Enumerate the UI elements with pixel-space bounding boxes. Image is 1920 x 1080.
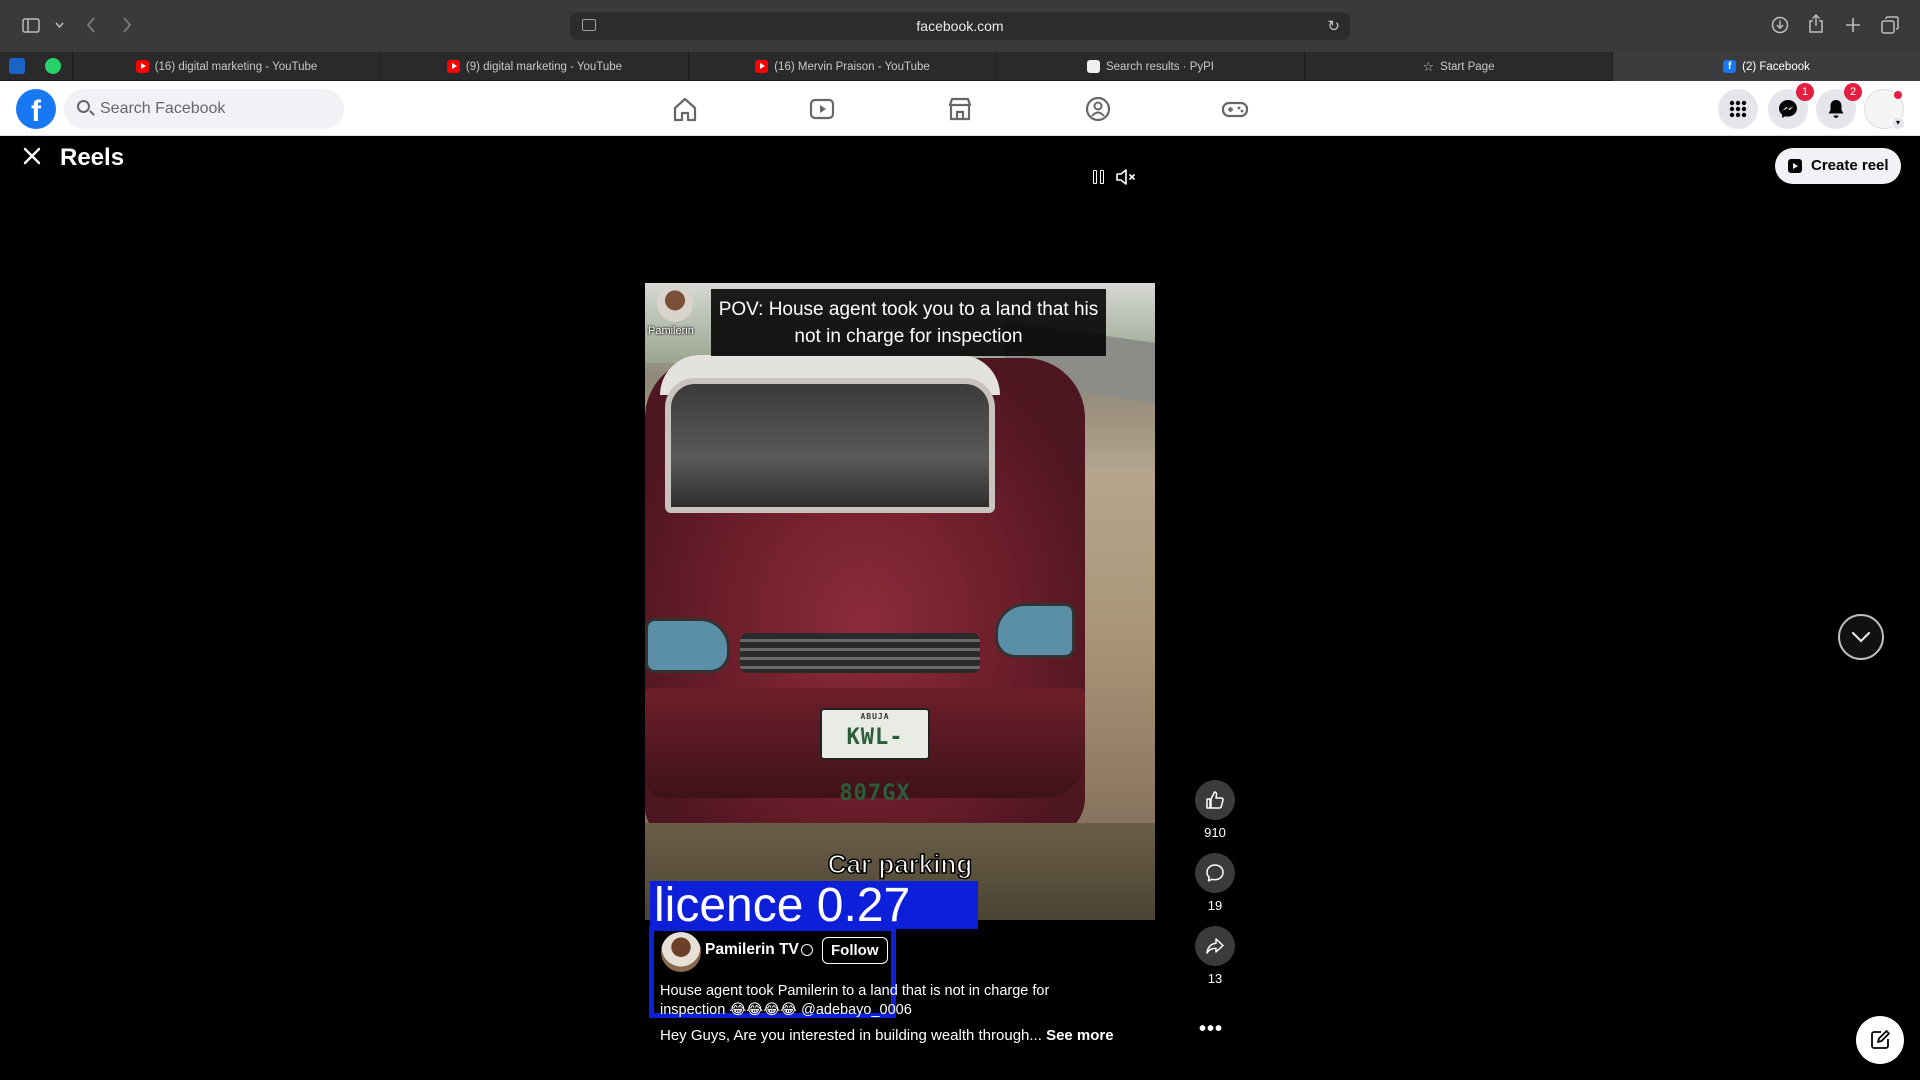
youtube-icon: [755, 60, 769, 73]
see-more-link[interactable]: See more: [1046, 1027, 1114, 1044]
more-options-button[interactable]: •••: [1199, 1018, 1223, 1041]
new-message-button[interactable]: [1856, 1016, 1904, 1064]
author-name[interactable]: Pamilerin TV: [705, 941, 799, 959]
bell-icon: [1828, 100, 1844, 118]
channel-watermark: Pamilerin: [648, 325, 694, 337]
profile-avatar-button[interactable]: ▾: [1864, 89, 1905, 130]
author-avatar[interactable]: [661, 932, 701, 972]
muted-speaker-icon[interactable]: [1115, 168, 1137, 186]
comment-button[interactable]: [1195, 853, 1235, 893]
reel-description: Hey Guys, Are you interested in building…: [660, 1027, 1114, 1044]
channel-watermark-avatar: [657, 286, 693, 322]
description-text: Hey Guys, Are you interested in building…: [660, 1027, 1042, 1044]
tab-bar: (16) digital marketing - YouTube (9) dig…: [0, 52, 1920, 81]
tab-label: (16) Mervin Praison - YouTube: [774, 60, 930, 73]
browser-toolbar: facebook.com ↻: [0, 0, 1920, 52]
facebook-logo-icon[interactable]: f: [16, 89, 56, 129]
notifications-badge: 2: [1844, 83, 1862, 101]
tab-facebook[interactable]: f (2) Facebook: [1612, 52, 1920, 81]
downloads-icon[interactable]: [1771, 16, 1789, 34]
tab-label: (2) Facebook: [1742, 60, 1810, 73]
tab-label: (9) digital marketing - YouTube: [465, 60, 623, 73]
create-reel-icon: [1788, 159, 1802, 173]
address-bar[interactable]: facebook.com ↻: [570, 12, 1350, 40]
groups-icon[interactable]: [1082, 93, 1114, 125]
globe-icon: [801, 944, 813, 956]
tab-label: Search results · PyPI: [1105, 60, 1214, 73]
plate-number: KWL-807GX: [839, 725, 911, 806]
messenger-badge: 1: [1796, 83, 1814, 101]
pinned-tab-whatsapp-icon[interactable]: [45, 58, 61, 74]
home-icon[interactable]: [669, 93, 701, 125]
video-headlight-right: [995, 603, 1075, 658]
comment-count: 19: [1207, 898, 1223, 913]
create-reel-label: Create reel: [1811, 157, 1889, 174]
tab-youtube-mervin-praison[interactable]: (16) Mervin Praison - YouTube: [688, 52, 996, 81]
license-plate: ABUJA KWL-807GX: [820, 708, 930, 806]
gaming-icon[interactable]: [1219, 93, 1251, 125]
chevron-down-icon: ▾: [1891, 116, 1905, 130]
star-icon: ☆: [1422, 58, 1435, 74]
tab-overview-icon[interactable]: [1881, 16, 1899, 34]
marketplace-icon[interactable]: [944, 93, 976, 125]
search-box[interactable]: [64, 89, 344, 129]
youtube-icon: [446, 60, 460, 73]
back-arrow-icon[interactable]: [86, 17, 96, 33]
plate-state: ABUJA: [860, 712, 890, 721]
notifications-button[interactable]: 2: [1816, 83, 1862, 129]
tab-label: Start Page: [1440, 60, 1495, 73]
like-button[interactable]: [1195, 780, 1235, 820]
share-icon[interactable]: [1808, 14, 1824, 34]
tab-pypi-search[interactable]: Search results · PyPI: [996, 52, 1304, 81]
tab-youtube-digital-marketing-16[interactable]: (16) digital marketing - YouTube: [72, 52, 380, 81]
pause-icon[interactable]: [1093, 170, 1107, 184]
follow-button[interactable]: Follow: [822, 937, 888, 964]
share-count: 13: [1207, 971, 1223, 986]
sidebar-toggle-icon[interactable]: [22, 18, 40, 33]
search-icon: [77, 100, 90, 113]
video-overlay-title: POV: House agent took you to a land that…: [711, 289, 1106, 356]
new-tab-icon[interactable]: [1845, 17, 1861, 33]
detection-label: licence 0.27: [650, 881, 978, 929]
like-count: 910: [1204, 825, 1226, 840]
pypi-icon: [1086, 60, 1100, 73]
youtube-icon: [135, 60, 149, 73]
comment-icon: [1206, 864, 1224, 882]
tab-label: (16) digital marketing - YouTube: [154, 60, 318, 73]
chevron-down-icon[interactable]: [55, 22, 64, 28]
reel-caption: House agent took Pamilerin to a land tha…: [660, 983, 1050, 1018]
tab-start-page[interactable]: ☆ Start Page: [1304, 52, 1612, 81]
facebook-icon: f: [1723, 60, 1737, 73]
close-icon[interactable]: [22, 146, 42, 166]
chevron-down-icon: [1851, 631, 1871, 643]
reload-icon[interactable]: ↻: [1327, 17, 1340, 35]
next-reel-button[interactable]: [1838, 614, 1884, 660]
video-car-windshield: [665, 378, 995, 513]
compose-icon: [1871, 1030, 1890, 1049]
profile-notification-dot: [1894, 91, 1902, 99]
menu-button[interactable]: [1718, 89, 1758, 129]
video-icon[interactable]: [806, 93, 838, 125]
share-button[interactable]: [1195, 926, 1235, 966]
facebook-header: f 1 2 ▾: [0, 81, 1920, 136]
thumbs-up-icon: [1206, 791, 1224, 809]
pinned-tab-outlook-icon[interactable]: [9, 58, 25, 74]
menu-grid-icon: [1729, 100, 1747, 118]
forward-arrow-icon[interactable]: [122, 17, 132, 33]
messenger-button[interactable]: 1: [1768, 83, 1814, 129]
create-reel-button[interactable]: Create reel: [1775, 148, 1901, 184]
url-text: facebook.com: [916, 18, 1004, 34]
messenger-icon: [1779, 100, 1797, 118]
share-arrow-icon: [1206, 938, 1224, 954]
tab-youtube-digital-marketing-9[interactable]: (9) digital marketing - YouTube: [380, 52, 688, 81]
reel-video[interactable]: ABUJA KWL-807GX Pamilerin POV: House age…: [645, 283, 1155, 920]
video-grille: [740, 633, 980, 673]
search-input[interactable]: [100, 89, 330, 129]
video-overlay-caption: Car parking: [827, 848, 973, 880]
video-headlight-left: [645, 618, 730, 673]
page-title: Reels: [60, 144, 125, 171]
